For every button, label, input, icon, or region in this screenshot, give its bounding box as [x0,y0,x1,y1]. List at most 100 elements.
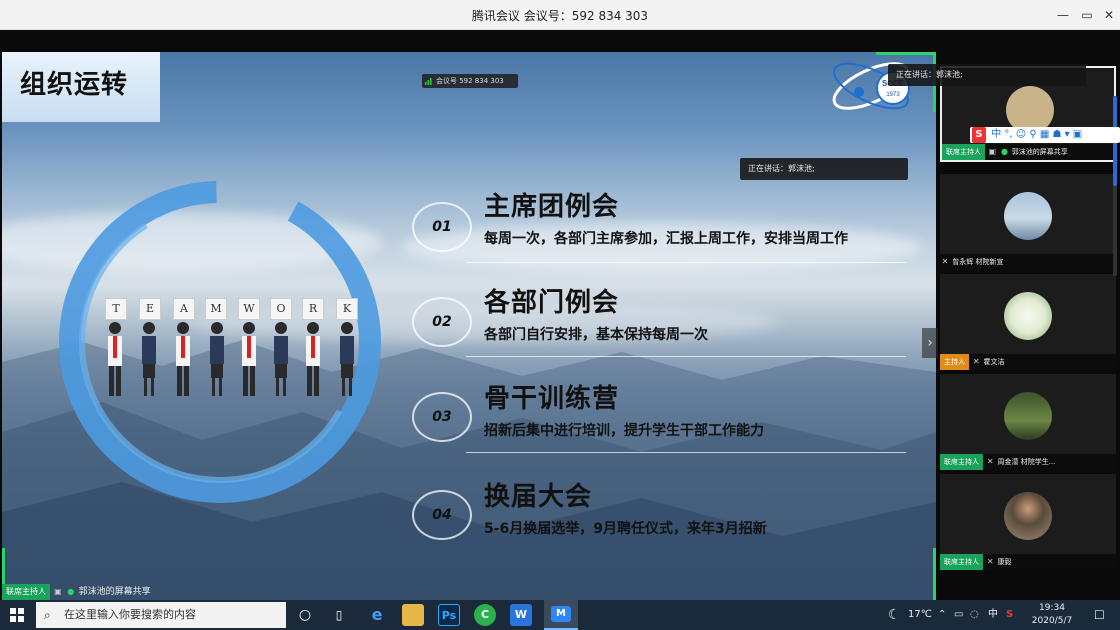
taskbar-search-input[interactable]: ⌕ 在这里输入你要搜索的内容 [36,602,286,628]
meeting-area: 组织运转 会议号 592 834 303 SCCE 1973 [0,30,1120,608]
battery-icon[interactable]: ▭ [954,600,963,630]
screen-share-status: 联席主持人 ▣ ● 郭沫池的屏幕共享 [2,584,151,600]
mic-icon: ● [67,587,75,596]
clock-date: 2020/5/7 [1031,616,1073,626]
participant-name-bar: ✕ 曾永辉 材院新宣 [940,254,1116,270]
teamwork-card: T [105,298,127,320]
host-badge: 联席主持人 [940,454,983,470]
slide-title: 组织运转 [20,70,129,100]
wps-writer-icon[interactable]: W [510,604,532,626]
ime-toolbar[interactable]: S 中 °, ☺ ⚲ ▦ ☗ ▾ ▣ [970,127,1120,143]
participants-panel: 联席主持人 ▣ ● 郭沫池的屏幕共享 ✕ 曾永辉 材院新宣 主持人 ✕ 霍文洁 … [940,66,1118,606]
screen-share-icon: ▣ [988,147,997,156]
clock-time: 19:34 [1039,603,1065,613]
meeting-id-text: 会议号 592 834 303 [436,77,504,85]
participant-name-bar: 联席主持人 ▣ ● 郭沫池的屏幕共享 [942,144,1118,160]
participant-name: 曾永辉 材院新宣 [952,258,1004,266]
tencent-meeting-taskbar-button[interactable]: M [544,600,578,630]
search-icon: ⌕ [44,608,51,622]
tencent-meeting-icon: M [551,606,571,622]
avatar [1004,192,1052,240]
item-divider [466,452,906,453]
item-desc-02: 各部门自行安排，基本保持每周一次 [484,327,708,343]
item-divider [466,262,906,263]
search-placeholder: 在这里输入你要搜索的内容 [64,608,196,621]
item-divider [466,356,906,357]
meeting-id-pill[interactable]: 会议号 592 834 303 [422,74,518,88]
window-title-bar: 腾讯会议 会议号：592 834 303 — ▭ ✕ [0,0,1120,30]
teamwork-card: O [270,298,292,320]
item-title-01: 主席团例会 [484,192,620,222]
mic-muted-icon: ✕ [986,457,994,466]
edge-browser-icon[interactable]: e [366,604,388,626]
participant-name: 郭沫池的屏幕共享 [1011,148,1068,156]
participant-tile[interactable]: ✕ 曾永辉 材院新宣 [940,174,1116,270]
frame-corner [876,548,936,608]
mic-muted-icon: ✕ [986,557,994,566]
logo-year: 1973 [886,92,900,98]
item-desc-03: 招新后集中进行培训，提升学生干部工作能力 [484,423,764,439]
clock[interactable]: 19:34 2020/5/7 [1022,602,1082,628]
notification-icon[interactable]: ☐ [1094,600,1105,630]
speaking-indicator: 正在讲话：郭沫池; [740,158,908,180]
participant-tile[interactable]: 主持人 ✕ 霍文洁 [940,274,1116,370]
mic-muted-icon: ✕ [941,257,949,266]
item-desc-01: 每周一次，各部门主席参加，汇报上周工作，安排当周工作 [484,231,848,247]
avatar [1004,392,1052,440]
avatar [1004,292,1052,340]
tray-expand-icon[interactable]: ⌃ [938,600,946,630]
participant-tile[interactable]: 联席主持人 ✕ 周金濛 材院学生... [940,374,1116,470]
participant-name-bar: 主持人 ✕ 霍文洁 [940,354,1116,370]
participant-name: 霍文洁 [983,358,1005,366]
ime-mode-indicator[interactable]: 中 [988,600,998,630]
file-explorer-icon[interactable] [402,604,424,626]
item-title-04: 换届大会 [484,482,593,512]
teamwork-card: E [139,298,161,320]
screen-share-label: 郭沫池的屏幕共享 [78,587,151,597]
panel-scrollbar[interactable] [1113,96,1117,276]
host-badge: 联席主持人 [940,554,983,570]
browser-360-icon[interactable]: C [474,604,496,626]
avatar [1004,492,1052,540]
item-number-02: 02 [412,297,472,347]
item-number-03: 03 [412,392,472,442]
participant-name: 周金濛 材院学生... [997,458,1056,466]
minimize-button[interactable]: — [1052,5,1074,25]
sogou-ime-icon[interactable]: S [1006,600,1013,630]
task-view-icon[interactable]: ▯ [328,604,350,626]
windows-start-icon[interactable] [0,600,34,630]
scce-logo: SCCE 1973 [832,62,910,110]
participant-tile[interactable]: 联席主持人 ✕ 康毅 [940,474,1116,570]
network-icon[interactable]: ◌ [970,600,979,630]
shared-screen-slide: 组织运转 会议号 592 834 303 SCCE 1973 [2,52,936,608]
item-title-02: 各部门例会 [484,288,620,318]
window-title: 腾讯会议 会议号：592 834 303 [471,9,649,23]
ime-logo-icon: S [972,127,986,143]
close-button[interactable]: ✕ [1098,5,1120,25]
item-desc-04: 5-6月换届选举，9月聘任仪式，来年3月招新 [484,521,767,537]
team-people-illustration [108,322,354,396]
item-number-01: 01 [412,202,472,252]
photoshop-icon[interactable]: Ps [438,604,460,626]
cortana-icon[interactable]: ○ [294,604,316,626]
teamwork-card: A [173,298,195,320]
host-badge: 主持人 [940,354,969,370]
weather-icon[interactable]: ☾ [888,600,901,630]
item-title-03: 骨干训练营 [484,384,620,414]
teamwork-card: W [238,298,260,320]
slide-title-box: 组织运转 [2,52,160,122]
teamwork-card: K [336,298,358,320]
next-page-button[interactable]: › [922,328,938,358]
ime-tools[interactable]: 中 °, ☺ ⚲ ▦ ☗ ▾ ▣ [991,129,1082,140]
maximize-button[interactable]: ▭ [1076,5,1098,25]
temperature: 17℃ [908,609,932,620]
taskbar: ⌕ 在这里输入你要搜索的内容 ○ ▯ e Ps C W M ☾ 17℃ ⌃ ▭ … [0,600,1120,630]
host-badge: 联席主持人 [2,584,50,600]
host-badge: 联席主持人 [942,144,985,160]
participant-name-bar: 联席主持人 ✕ 周金濛 材院学生... [940,454,1116,470]
participant-name-bar: 联席主持人 ✕ 康毅 [940,554,1116,570]
teamwork-card: M [205,298,227,320]
mic-muted-icon: ✕ [972,357,980,366]
signal-icon [425,78,432,85]
screen-share-icon: ▣ [54,587,62,596]
